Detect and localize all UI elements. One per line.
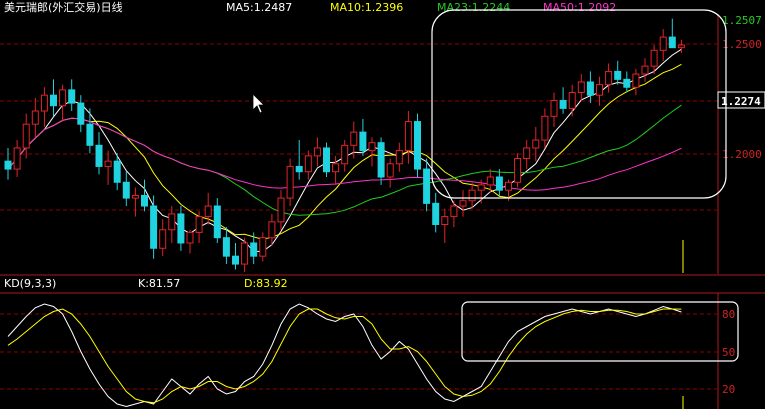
candle-body <box>650 49 658 67</box>
kd-tick-80: 80 <box>722 308 735 321</box>
candle-body <box>31 110 39 125</box>
candle-body <box>168 213 176 231</box>
candle-body <box>40 94 48 112</box>
candle-body <box>459 200 467 207</box>
candle-body <box>677 44 685 49</box>
candle-body <box>495 176 503 191</box>
candle-body <box>368 142 376 152</box>
candle-body <box>22 123 30 149</box>
candle-body <box>614 70 622 80</box>
candle-body <box>186 231 194 244</box>
candle-body <box>222 237 230 257</box>
kd-k-label: K:81.57 <box>138 277 180 290</box>
candle-body <box>632 73 640 88</box>
candle-body <box>13 147 21 170</box>
price-chart[interactable]: 美元瑞郎(外汇交易)日线 MA5:1.2487 MA10:1.2396 MA23… <box>0 0 765 409</box>
candle-body <box>122 181 130 199</box>
candle-body <box>50 94 57 107</box>
candle-body <box>541 115 549 141</box>
candle-body <box>313 147 321 157</box>
candle-body <box>404 121 412 152</box>
candle-body <box>131 194 139 199</box>
candle-body <box>441 216 449 225</box>
candle-body <box>268 221 276 239</box>
candle-body <box>286 165 294 199</box>
candle-body <box>141 194 148 207</box>
candle <box>514 153 522 188</box>
candle-body <box>332 163 340 173</box>
ma23-label: MA23:1.2244 <box>437 1 510 14</box>
candle-body <box>641 65 649 75</box>
chart-title: 美元瑞郎(外汇交易)日线 <box>4 0 123 14</box>
candle-body <box>350 131 358 146</box>
price-tick-1: 1.2500 <box>722 38 762 51</box>
candle-body <box>532 139 540 149</box>
candle-body <box>259 237 267 257</box>
kd-tick-20: 20 <box>722 383 735 396</box>
price-tick-2: 1.2000 <box>722 148 762 161</box>
candle-body <box>550 99 558 117</box>
candle-body <box>4 160 12 170</box>
candle-body <box>414 121 421 170</box>
candle-body <box>213 205 221 239</box>
candle-body <box>523 147 531 160</box>
candle-body <box>86 123 94 146</box>
candle-body <box>605 70 613 86</box>
candle-body <box>623 78 631 88</box>
kd-title: KD(9,3,3) <box>4 277 56 290</box>
candle-body <box>477 184 485 191</box>
candle-body <box>150 205 158 249</box>
chart-background <box>0 0 765 409</box>
price-high-label: 1.2507 <box>722 14 762 27</box>
candle-body <box>659 36 667 51</box>
candle-body <box>250 242 258 257</box>
candle-body <box>395 150 403 165</box>
candle-body <box>468 189 476 202</box>
candle-body <box>423 168 431 204</box>
candle-body <box>586 81 594 96</box>
candle-body <box>450 205 458 218</box>
kd-d-label: D:83.92 <box>244 277 288 290</box>
candle-body <box>104 160 112 167</box>
candle-body <box>359 131 367 152</box>
candle-body <box>68 89 76 104</box>
candle <box>323 142 330 177</box>
candle-body <box>486 176 494 186</box>
candle-body <box>304 155 312 173</box>
candle-body <box>195 216 203 233</box>
ma10-label: MA10:1.2396 <box>330 1 403 14</box>
ma50-label: MA50:1.2092 <box>543 1 616 14</box>
candle-body <box>341 144 349 165</box>
candle-body <box>568 92 576 109</box>
candle-body <box>377 142 385 178</box>
candle-body <box>177 213 185 244</box>
candle-body <box>204 205 212 218</box>
candle-body <box>95 144 103 167</box>
candle-body <box>505 181 512 191</box>
candle-body <box>159 229 167 249</box>
candle-body <box>59 89 67 107</box>
candle-body <box>668 36 676 49</box>
candle-body <box>559 99 567 109</box>
candle-body <box>295 165 303 173</box>
candle-body <box>386 163 394 178</box>
current-price-label: 1.2274 <box>721 95 761 108</box>
candle-body <box>277 197 285 223</box>
candle-body <box>323 147 330 173</box>
ma5-label: MA5:1.2487 <box>226 1 292 14</box>
candle-body <box>596 84 603 96</box>
candle-body <box>241 242 249 265</box>
candle-body <box>232 255 239 265</box>
candle <box>414 113 421 177</box>
candle-body <box>432 202 440 225</box>
candle-body <box>514 158 522 183</box>
candle-body <box>113 160 121 183</box>
candle-body <box>577 81 585 94</box>
candle-body <box>77 102 85 125</box>
kd-tick-50: 50 <box>722 346 735 359</box>
